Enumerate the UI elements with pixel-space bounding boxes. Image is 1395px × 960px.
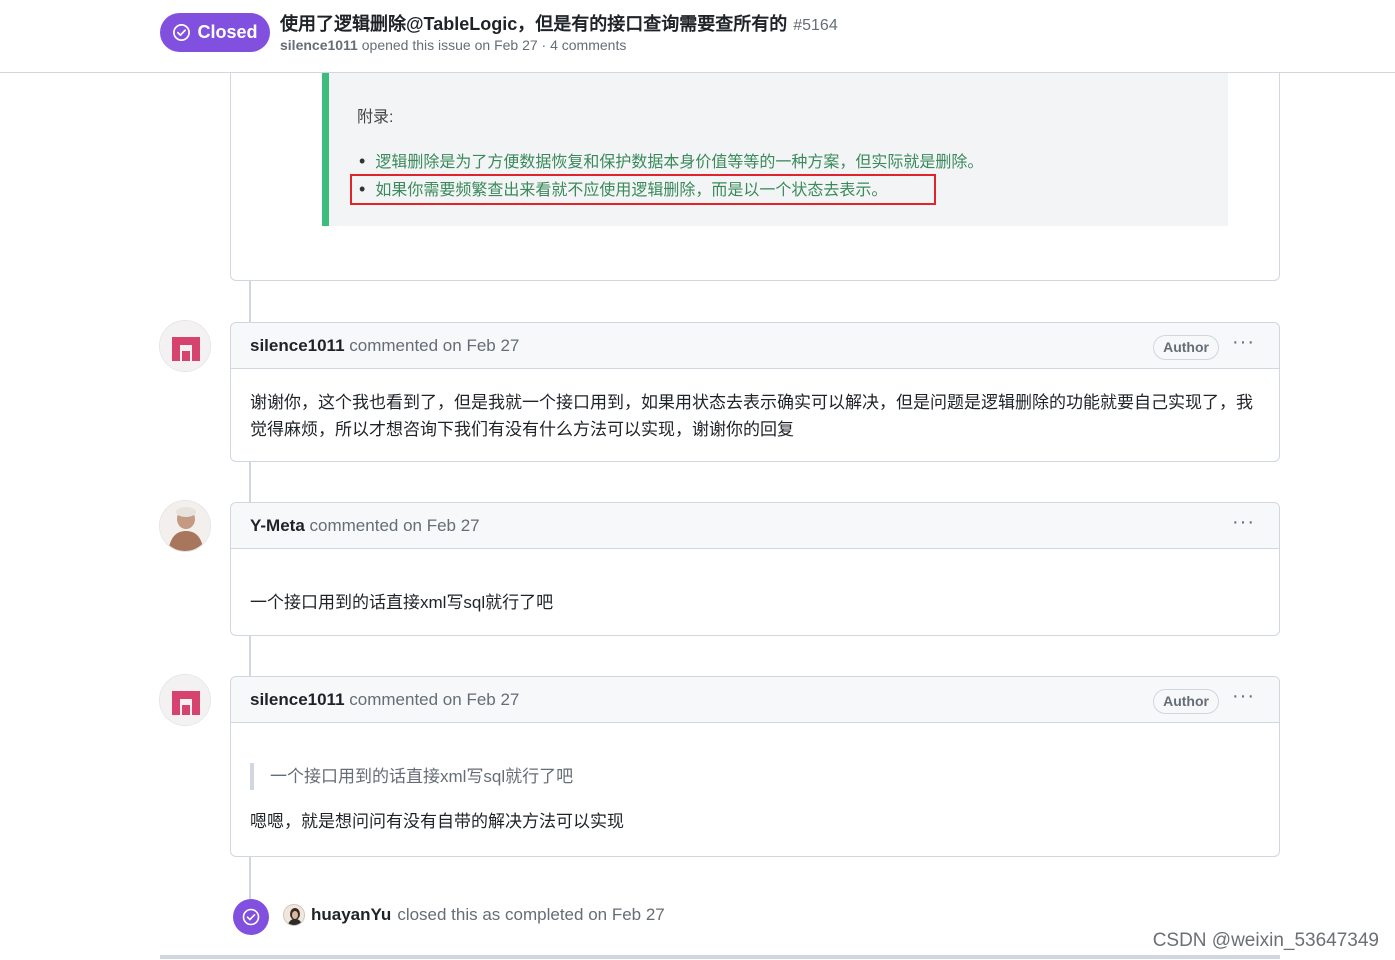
photo-avatar-icon (160, 501, 210, 551)
issue-meta-text: opened this issue on Feb 27 · 4 comments (361, 37, 627, 53)
author-label-badge: Author (1153, 689, 1219, 714)
identicon-avatar-icon (160, 675, 210, 725)
issue-title-text: 使用了逻辑删除@TableLogic，但是有的接口查询需要查所有的 (280, 14, 788, 34)
check-circle-icon (242, 908, 260, 926)
timeline-line (249, 636, 251, 676)
state-label: Closed (197, 22, 258, 42)
comment-options-button[interactable]: ··· (1232, 332, 1255, 352)
quoted-reply: 一个接口用到的话直接xml写sql就行了吧 (250, 763, 1260, 790)
comment-header: silence1011 commented on Feb 27 Author ·… (231, 677, 1279, 723)
comment-header: silence1011 commented on Feb 27 Author ·… (231, 323, 1279, 369)
avatar-silence1011[interactable] (159, 320, 211, 372)
photo-avatar-icon (284, 905, 304, 925)
check-circle-icon (173, 24, 191, 41)
event-actor-link[interactable]: huayanYu (311, 905, 391, 925)
appendix-bullet: 逻辑删除是为了方便数据恢复和保护数据本身价值等等的一种方案，但实际就是删除。 (359, 148, 983, 172)
comment-text: 一个接口用到的话直接xml写sql就行了吧 (250, 593, 554, 612)
issue-author-link[interactable]: silence1011 (280, 37, 358, 53)
comment-3: silence1011 commented on Feb 27 Author ·… (230, 676, 1280, 857)
comment-author-link[interactable]: silence1011 (250, 690, 345, 709)
comment-body: 谢谢你，这个我也看到了，但是我就一个接口用到，如果用状态去表示确实可以解决，但是… (231, 369, 1279, 463)
closed-state-badge: Closed (160, 13, 270, 52)
comment-timestamp[interactable]: commented on Feb 27 (349, 336, 519, 355)
sticky-issue-header: Closed 使用了逻辑删除@TableLogic，但是有的接口查询需要查所有的… (0, 0, 1395, 73)
timeline-line (249, 281, 251, 322)
comment-byline: silence1011 commented on Feb 27 (250, 336, 519, 356)
comment-text: 嗯嗯，就是想问问有没有自带的解决方法可以实现 (250, 812, 624, 831)
issue-meta: silence1011 opened this issue on Feb 27 … (280, 37, 626, 53)
comment-1: silence1011 commented on Feb 27 Author ·… (230, 322, 1280, 462)
watermark: CSDN @weixin_53647349 (1152, 930, 1379, 951)
closed-event-badge (233, 899, 269, 935)
issue-number: #5164 (793, 17, 838, 34)
timeline-end-divider (160, 955, 1280, 959)
event-text: closed this as completed on Feb 27 (397, 905, 665, 924)
comment-options-button[interactable]: ··· (1232, 686, 1255, 706)
closed-event: huayanYu closed this as completed on Feb… (283, 904, 665, 926)
comment-author-link[interactable]: silence1011 (250, 336, 345, 355)
comment-byline: silence1011 commented on Feb 27 (250, 690, 519, 710)
appendix-heading: 附录: (357, 109, 394, 126)
embedded-screenshot[interactable]: 附录: 逻辑删除是为了方便数据恢复和保护数据本身价值等等的一种方案，但实际就是删… (322, 73, 1228, 226)
comment-text: 谢谢你，这个我也看到了，但是我就一个接口用到，如果用状态去表示确实可以解决，但是… (250, 393, 1253, 439)
timeline-line (249, 857, 251, 899)
comment-timestamp[interactable]: commented on Feb 27 (310, 516, 480, 535)
comment-byline: Y-Meta commented on Feb 27 (250, 516, 480, 536)
avatar-huayanyu[interactable] (283, 904, 305, 926)
highlight-frame (350, 174, 936, 205)
comment-author-link[interactable]: Y-Meta (250, 516, 305, 535)
comment-timestamp[interactable]: commented on Feb 27 (349, 690, 519, 709)
issue-title: 使用了逻辑删除@TableLogic，但是有的接口查询需要查所有的 #5164 (280, 10, 838, 36)
timeline-line (249, 462, 251, 502)
comment-header: Y-Meta commented on Feb 27 ··· (231, 503, 1279, 549)
comment-body: 一个接口用到的话直接xml写sql就行了吧 嗯嗯，就是想问问有没有自带的解决方法… (231, 723, 1279, 855)
comment-2: Y-Meta commented on Feb 27 ··· 一个接口用到的话直… (230, 502, 1280, 636)
identicon-avatar-icon (160, 321, 210, 371)
avatar-silence1011[interactable] (159, 674, 211, 726)
avatar-y-meta[interactable] (159, 500, 211, 552)
author-label-badge: Author (1153, 335, 1219, 360)
comment-body: 一个接口用到的话直接xml写sql就行了吧 (231, 549, 1279, 636)
comment-options-button[interactable]: ··· (1232, 512, 1255, 532)
